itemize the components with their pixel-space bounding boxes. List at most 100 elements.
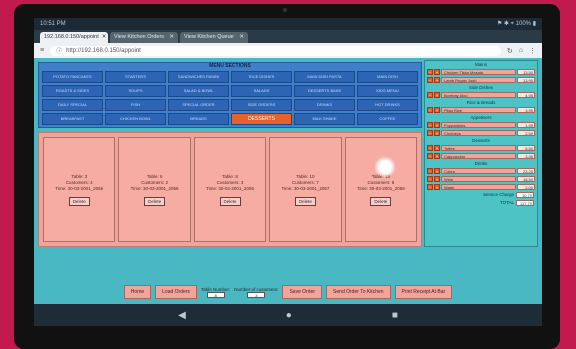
more-icon[interactable]: ⋮ [529, 47, 536, 55]
tab-1[interactable]: 192.168.0.150/appoint ✕ [40, 32, 108, 43]
table-card[interactable]: Table: 10 Customers: 7 Time: 30-03-2001_20… [269, 137, 342, 242]
decrease-button[interactable]: − [427, 130, 433, 136]
tab-label: 192.168.0.150/appoint [44, 34, 99, 40]
order-item-price: 5.50 [517, 145, 535, 151]
increase-button[interactable]: + [434, 130, 440, 136]
recents-icon[interactable]: ■ [392, 310, 398, 321]
save-order-button[interactable]: Save Order [282, 285, 323, 299]
status-time: 10:51 PM [40, 21, 66, 27]
increase-button[interactable]: + [434, 77, 440, 83]
menu-section-special-order[interactable]: SPECIAL ORDER [168, 99, 229, 111]
menu-section-daily-special[interactable]: DAILY SPECIAL [42, 99, 103, 111]
home-icon[interactable]: ⌂ [519, 47, 523, 54]
decrease-button[interactable]: − [427, 168, 433, 174]
decrease-button[interactable]: − [427, 122, 433, 128]
close-icon[interactable]: ✕ [169, 34, 174, 41]
delete-table-button[interactable]: Delete [144, 196, 166, 206]
increase-button[interactable]: + [434, 69, 440, 75]
address-bar[interactable]: ⓘ http://192.168.0.150/appoint [50, 45, 501, 56]
decrease-button[interactable]: − [427, 69, 433, 75]
home-nav-icon[interactable]: ● [286, 310, 292, 321]
menu-section-chicken-bowl[interactable]: CHICKEN BOWL [105, 113, 166, 125]
decrease-button[interactable]: − [427, 153, 433, 159]
table-time: Time: 30-03-2001_2056 [206, 185, 254, 191]
decrease-button[interactable]: − [427, 92, 433, 98]
increase-button[interactable]: + [434, 107, 440, 113]
increase-button[interactable]: + [434, 168, 440, 174]
load-orders-button[interactable]: Load Orders [155, 285, 197, 299]
menu-section-side-orders[interactable]: SIDE ORDERS [231, 99, 292, 111]
table-customers: Customers: 3 [216, 179, 244, 185]
table-number-field: Table Number: 8 [201, 287, 230, 298]
increase-button[interactable]: + [434, 145, 440, 151]
menu-section-kids-menu[interactable]: KIDS MENU [357, 85, 418, 97]
menu-section-desserts-bake[interactable]: DESSERTS BAKE [294, 85, 355, 97]
decrease-button[interactable]: − [427, 176, 433, 182]
close-icon[interactable]: ✕ [239, 34, 244, 41]
delete-table-button[interactable]: Delete [68, 196, 90, 206]
order-item-price: 13.95 [517, 77, 535, 83]
home-button[interactable]: Home [123, 285, 152, 299]
send-to-kitchen-button[interactable]: Send Order To Kitchen [326, 285, 391, 299]
delete-table-button[interactable]: Delete [370, 196, 392, 206]
order-item-row: − + Pilau Rice 3.95 [425, 106, 537, 114]
menu-section-milk-shake[interactable]: MILK SHAKE [294, 113, 355, 125]
menu-section-sandwiches-panini[interactable]: SANDWICHES PANINI [168, 71, 229, 83]
customers-select[interactable]: 3 [247, 291, 266, 298]
menu-section-roasts-sides[interactable]: ROASTS & SIDES [42, 85, 103, 97]
table-number-select[interactable]: 8 [206, 291, 225, 298]
order-item-row: − + Water 2.00 [425, 183, 537, 191]
table-card[interactable]: Table: 6 Customers: 2 Time: 30-03-2001_205… [118, 137, 191, 242]
menu-section-potato-pancakes[interactable]: POTATO PANCAKES [42, 71, 103, 83]
menu-section-coffee[interactable]: COFFEE [357, 113, 418, 125]
table-title: Table: 6 [146, 173, 163, 179]
increase-button[interactable]: + [434, 122, 440, 128]
close-icon[interactable]: ✕ [102, 34, 107, 41]
menu-section-rice-dishes[interactable]: RICE DISHES [231, 71, 292, 83]
table-card[interactable]: Table: 18Customers: 5Time: 30-03-2001_20… [344, 137, 418, 242]
menu-section-breads[interactable]: BREADS [168, 113, 229, 125]
bottom-action-bar: Home Load Orders Table Number: 8 Number … [38, 282, 538, 302]
print-receipt-button[interactable]: Print Receipt At Bar [394, 285, 453, 299]
menu-section-salad-bowl[interactable]: SALAD & BOWL [168, 85, 229, 97]
order-item-row: − + Lamb Rogan Josh 13.95 [425, 76, 537, 84]
order-item-name: Cappuccino [441, 153, 516, 159]
menu-section-drinks[interactable]: DRINKS [294, 99, 355, 111]
browser-toolbar: ≡ ⓘ http://192.168.0.150/appoint ↻ ⌂ ⋮ [34, 43, 542, 58]
table-card[interactable]: Table: 3 Customers: 4 Time: 30-03-2001_205… [43, 137, 116, 242]
table-card[interactable]: Table: 8 Customers: 3 Time: 30-03-2001_205… [193, 137, 267, 242]
menu-section-desserts[interactable]: DESSERTS [231, 113, 292, 125]
menu-section-hot-drinks[interactable]: HOT DRINKS [357, 99, 418, 111]
reload-icon[interactable]: ↻ [507, 47, 513, 55]
pos-page: MENU SECTIONS POTATO PANCAKES STARTERS SAN… [34, 58, 542, 304]
menu-section-soups[interactable]: SOUPS [105, 85, 166, 97]
decrease-button[interactable]: − [427, 107, 433, 113]
increase-button[interactable]: + [434, 92, 440, 98]
front-camera [283, 8, 287, 12]
decrease-button[interactable]: − [427, 184, 433, 190]
menu-section-main-dish[interactable]: MAIN DISH [357, 71, 418, 83]
increase-button[interactable]: + [434, 176, 440, 182]
menu-section-fish[interactable]: FISH [105, 99, 166, 111]
service-charge-value: 10.70 [516, 192, 534, 198]
tab-2[interactable]: View Kitchen Orders ✕ [110, 32, 178, 43]
table-customers: Customers: 5 [367, 179, 395, 185]
menu-icon[interactable]: ≡ [40, 47, 44, 54]
tab-3[interactable]: View Kitchen Queue ✕ [180, 32, 248, 43]
menu-section-salads[interactable]: SALADS [231, 85, 292, 97]
decrease-button[interactable]: − [427, 145, 433, 151]
order-item-name: Pilau Rice [441, 107, 516, 113]
increase-button[interactable]: + [434, 184, 440, 190]
order-item-row: − + Bombay Aloo 4.95 [425, 91, 537, 99]
table-time: Time: 30-03-2001_2057 [281, 185, 330, 191]
back-icon[interactable]: ◀ [178, 310, 186, 321]
menu-section-main-dish-pasta[interactable]: MAIN DISH PASTA [294, 71, 355, 83]
order-item-name: Bombay Aloo [441, 92, 516, 98]
delete-table-button[interactable]: Delete [219, 196, 241, 206]
menu-section-breakfast[interactable]: BREAKFAST [42, 113, 103, 125]
menu-section-starters[interactable]: STARTERS [105, 71, 166, 83]
lock-icon: ⓘ [56, 49, 63, 55]
increase-button[interactable]: + [434, 153, 440, 159]
delete-table-button[interactable]: Delete [294, 196, 316, 206]
decrease-button[interactable]: − [427, 77, 433, 83]
